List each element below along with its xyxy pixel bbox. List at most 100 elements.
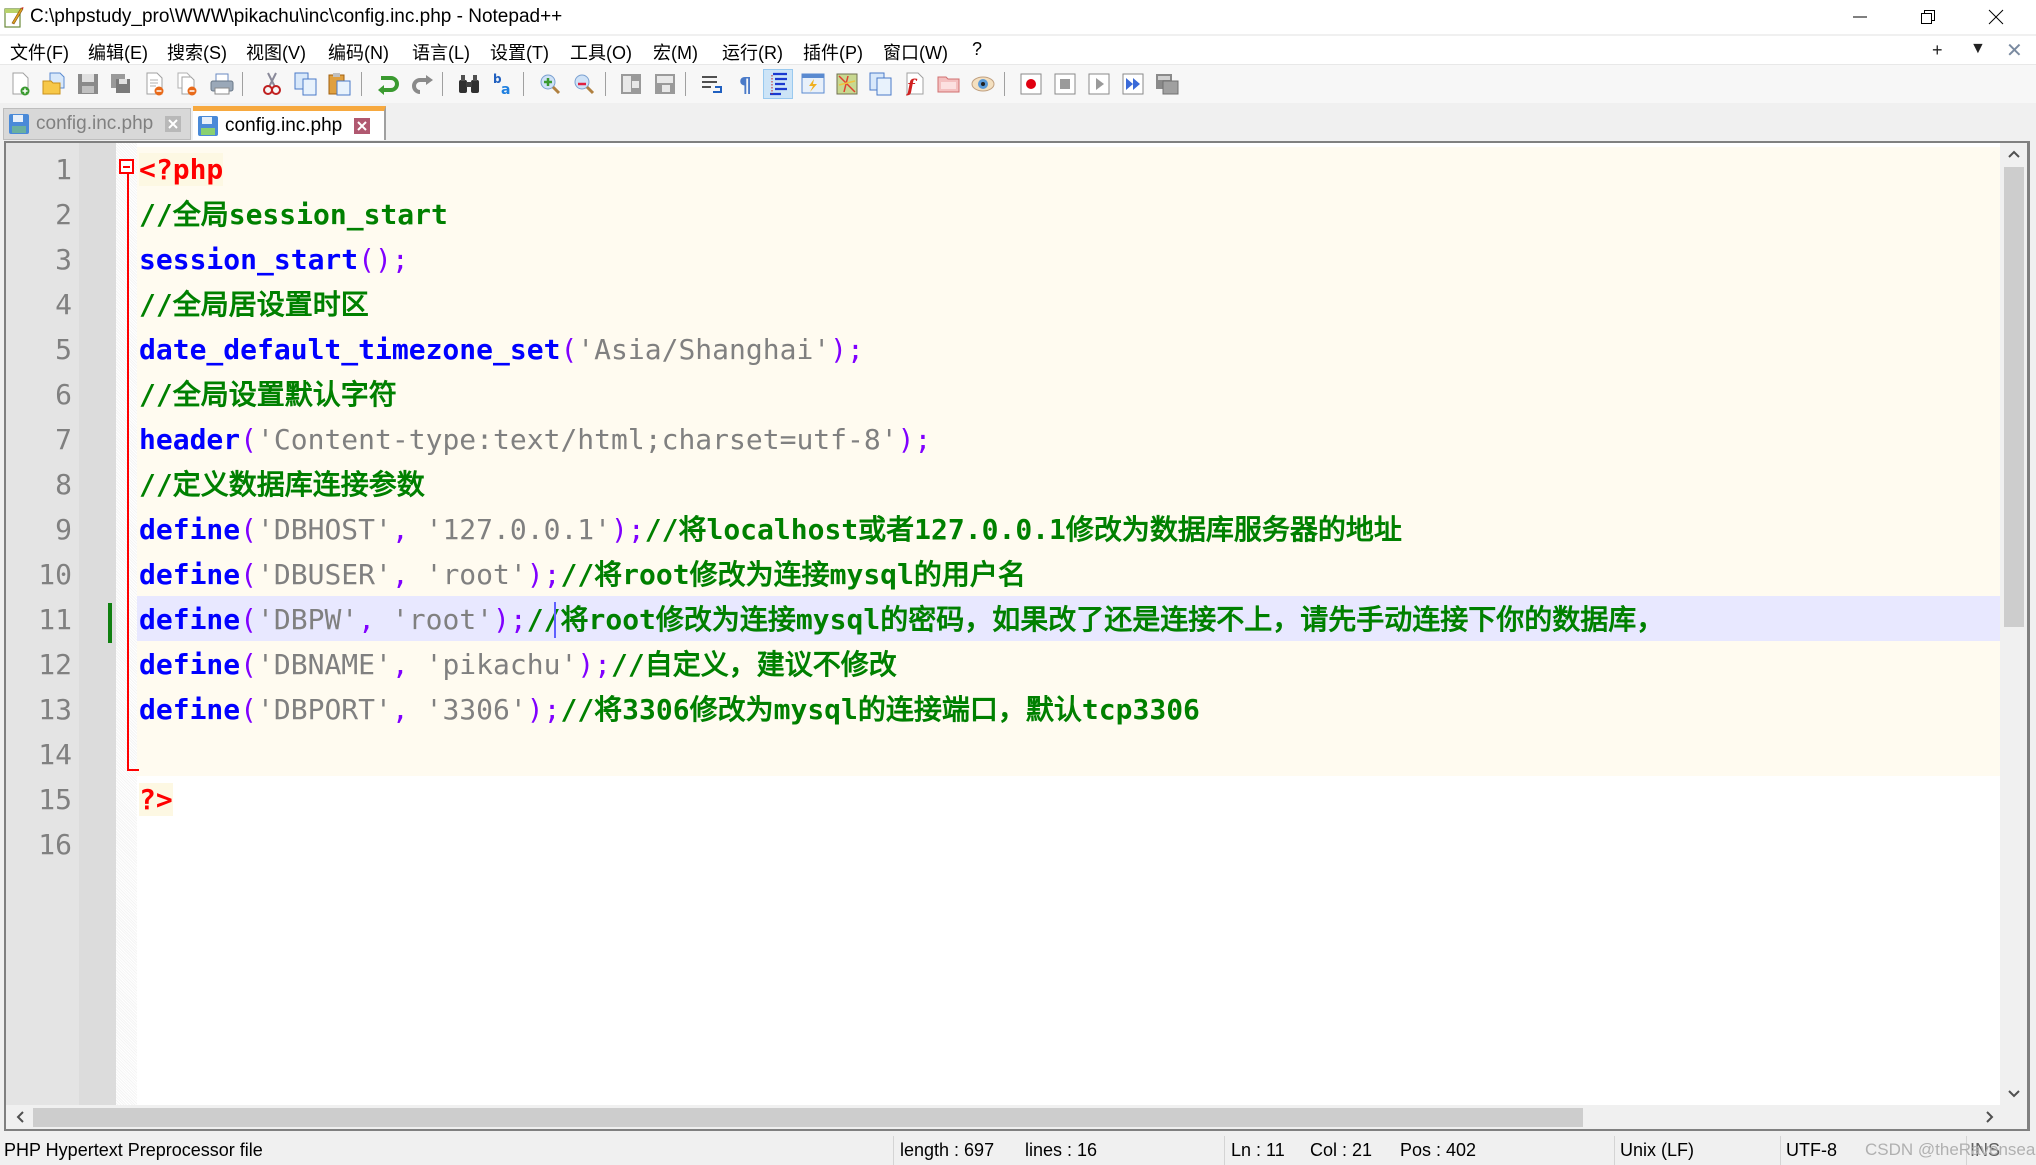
scroll-up-arrow[interactable] <box>2000 143 2027 165</box>
code-line[interactable]: define('DBHOST', '127.0.0.1');//将localho… <box>139 507 1402 552</box>
save-all-button[interactable] <box>108 71 134 97</box>
document-map-button[interactable] <box>834 71 860 97</box>
vertical-scrollbar[interactable] <box>2000 143 2027 1129</box>
menu-tools[interactable]: 工具(O) <box>570 39 632 65</box>
indent-guide-button[interactable] <box>763 69 793 99</box>
code-line[interactable]: //全局session_start <box>139 192 448 237</box>
code-token: date_default_timezone_set <box>139 333 561 366</box>
menu-help[interactable]: ? <box>972 39 982 60</box>
tab-list-dropdown[interactable]: ▼ <box>1970 40 1986 58</box>
code-line[interactable]: <?php <box>139 147 224 192</box>
code-line[interactable]: header('Content-type:text/html;charset=u… <box>139 417 931 462</box>
sync-vertical-scroll-button[interactable] <box>618 71 644 97</box>
code-line[interactable]: //全局居设置时区 <box>139 282 369 327</box>
code-line[interactable]: date_default_timezone_set('Asia/Shanghai… <box>139 327 864 372</box>
user-defined-language-button[interactable] <box>800 71 826 97</box>
paste-button[interactable] <box>327 71 353 97</box>
scroll-down-arrow[interactable] <box>2000 1083 2027 1105</box>
scroll-left-arrow[interactable] <box>6 1106 33 1128</box>
zoom-in-button[interactable] <box>537 71 563 97</box>
menu-language[interactable]: 语言(L) <box>412 39 470 65</box>
restore-button[interactable] <box>1894 0 1962 34</box>
code-token: define <box>139 558 241 591</box>
chevron-left-icon <box>16 1111 24 1123</box>
eol-format[interactable]: Unix (LF) <box>1620 1140 1694 1161</box>
document-map-icon <box>836 73 858 95</box>
close-file-button[interactable] <box>142 71 168 97</box>
vertical-scroll-thumb[interactable] <box>2004 167 2024 627</box>
workspace-folder-button[interactable] <box>936 71 962 97</box>
find-button[interactable] <box>456 71 482 97</box>
zoom-out-button[interactable] <box>571 71 597 97</box>
tab-close-button[interactable] <box>354 117 371 134</box>
line-count: lines : 16 <box>1025 1140 1098 1160</box>
stop-recording-button[interactable] <box>1052 71 1078 97</box>
menu-run[interactable]: 运行(R) <box>722 39 783 65</box>
code-token: ); <box>493 603 527 636</box>
minimize-button[interactable] <box>1826 0 1894 34</box>
save-macro-icon <box>1156 74 1179 95</box>
open-file-button[interactable] <box>41 71 67 97</box>
redo-button[interactable] <box>409 71 435 97</box>
code-token: '127.0.0.1' <box>425 513 612 546</box>
menu-search[interactable]: 搜索(S) <box>167 39 227 65</box>
folder-as-workspace-button[interactable]: f <box>902 71 928 97</box>
copy-button[interactable] <box>293 71 319 97</box>
sync-horizontal-scroll-button[interactable] <box>652 71 678 97</box>
code-token: <?php <box>139 153 224 186</box>
undo-icon <box>378 76 399 95</box>
menu-view[interactable]: 视图(V) <box>246 39 306 65</box>
code-line[interactable]: define('DBPW', 'root');//将root修改为连接mysql… <box>139 597 1664 642</box>
code-line[interactable]: define('DBUSER', 'root');//将root修改为连接mys… <box>139 552 1026 597</box>
cut-button[interactable] <box>259 71 285 97</box>
scroll-right-arrow[interactable] <box>1976 1106 2003 1128</box>
show-all-characters-button[interactable]: ¶ <box>733 71 759 97</box>
start-recording-button[interactable] <box>1018 71 1044 97</box>
save-button[interactable] <box>75 71 101 97</box>
menu-edit[interactable]: 编辑(E) <box>88 39 148 65</box>
playback-button[interactable] <box>1086 71 1112 97</box>
stop-icon <box>1054 73 1076 95</box>
menu-macro[interactable]: 宏(M) <box>653 39 698 65</box>
code-token: ( <box>240 423 258 456</box>
menu-settings[interactable]: 设置(T) <box>490 39 549 65</box>
close-document-button[interactable]: ✕ <box>2006 38 2023 63</box>
line-number: 1 <box>55 153 72 186</box>
menu-encoding[interactable]: 编码(N) <box>328 39 389 65</box>
fold-collapse-icon[interactable] <box>119 159 134 174</box>
play-icon <box>1088 73 1110 95</box>
new-file-button[interactable] <box>8 71 34 97</box>
menu-plugins[interactable]: 插件(P) <box>803 39 863 65</box>
horizontal-scrollbar[interactable] <box>6 1105 2003 1129</box>
code-line[interactable]: define('DBPORT', '3306');//将3306修改为mysql… <box>139 687 1200 732</box>
add-tab-button[interactable]: + <box>1932 40 1943 61</box>
code-line[interactable]: session_start(); <box>139 237 409 282</box>
encoding-label[interactable]: UTF-8 <box>1786 1140 1837 1161</box>
menu-file[interactable]: 文件(F) <box>10 39 69 65</box>
print-button[interactable] <box>209 71 235 97</box>
close-window-button[interactable] <box>1962 0 2030 34</box>
word-wrap-button[interactable] <box>699 71 725 97</box>
line-number: 5 <box>55 333 72 366</box>
code-line[interactable]: define('DBNAME', 'pikachu');//自定义，建议不修改 <box>139 642 897 687</box>
save-macro-button[interactable] <box>1154 71 1180 97</box>
undo-button[interactable] <box>375 71 401 97</box>
monitoring-button[interactable] <box>970 71 996 97</box>
tab-config-inc-php-1[interactable]: config.inc.php <box>3 108 191 140</box>
code-token: define <box>139 648 241 681</box>
tab-label: config.inc.php <box>225 114 343 136</box>
menu-window[interactable]: 窗口(W) <box>883 39 948 65</box>
replace-button[interactable]: ba <box>490 71 516 97</box>
line-number: 8 <box>55 468 72 501</box>
run-macro-multiple-button[interactable] <box>1120 71 1146 97</box>
tab-close-button[interactable] <box>165 116 182 132</box>
code-editor[interactable]: 1 2 3 4 5 6 7 8 9 10 11 12 13 14 15 16 <?php//全局session… <box>4 141 2030 1131</box>
horizontal-scroll-thumb[interactable] <box>33 1108 1583 1127</box>
code-line[interactable]: ?> <box>139 777 173 822</box>
open-file-icon <box>42 72 65 95</box>
code-line[interactable]: //全局设置默认字符 <box>139 372 397 417</box>
code-line[interactable]: //定义数据库连接参数 <box>139 462 425 507</box>
function-list-button[interactable] <box>868 71 894 97</box>
tab-config-inc-php-2[interactable]: config.inc.php <box>193 106 386 140</box>
close-all-button[interactable] <box>175 71 201 97</box>
